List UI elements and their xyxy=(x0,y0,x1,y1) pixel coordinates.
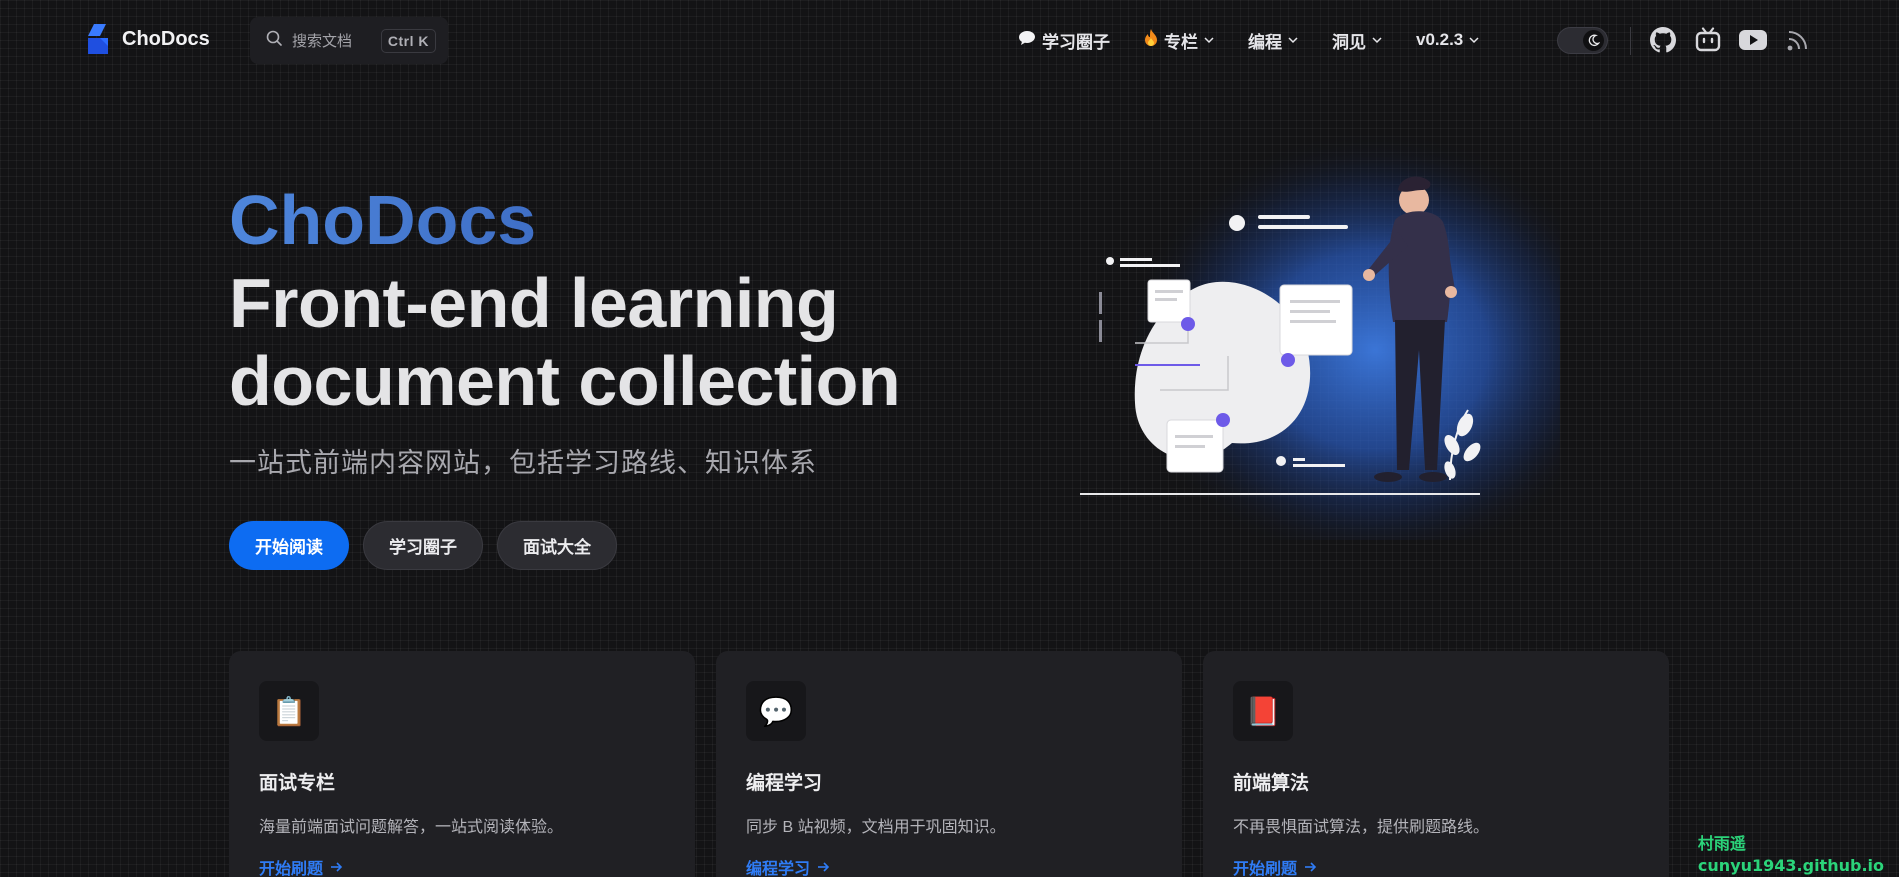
feature-title: 面试专栏 xyxy=(259,773,336,794)
fire-icon xyxy=(1144,28,1158,52)
arrow-right-icon xyxy=(331,862,343,872)
nav-item-label: 编程 xyxy=(1248,32,1282,52)
community-button[interactable]: 学习圈子 xyxy=(363,521,483,570)
arrow-right-icon xyxy=(818,862,830,872)
feature-details: 不再畏惧面试算法，提供刷题路线。 xyxy=(1233,819,1490,836)
feature-title: 编程学习 xyxy=(746,773,823,794)
feature-card[interactable]: 📋 面试专栏 海量前端面试问题解答，一站式阅读体验。 开始刷题 xyxy=(229,651,695,877)
nav-item-version[interactable]: v0.2.3 xyxy=(1416,30,1479,50)
hero-actions: 开始阅读 学习圈子 面试大全 xyxy=(229,521,617,570)
brand-logo-icon xyxy=(88,24,114,54)
rss-icon[interactable] xyxy=(1784,26,1812,54)
start-reading-button[interactable]: 开始阅读 xyxy=(229,521,349,570)
search-icon xyxy=(266,30,282,51)
nav-item-label: 洞见 xyxy=(1332,32,1366,52)
theme-toggle[interactable] xyxy=(1557,27,1608,54)
feature-link[interactable]: 开始刷题 xyxy=(1233,855,1639,877)
github-icon[interactable] xyxy=(1649,26,1677,54)
nav-item-label: 专栏 xyxy=(1164,32,1198,52)
youtube-icon[interactable] xyxy=(1739,26,1767,54)
speech-bubble-icon xyxy=(1018,30,1036,51)
feature-details: 海量前端面试问题解答，一站式阅读体验。 xyxy=(259,819,564,836)
brand-name: ChoDocs xyxy=(122,27,210,50)
moon-icon xyxy=(1583,30,1604,51)
chevron-down-icon xyxy=(1204,37,1214,44)
watermark-url: cunyu1943.github.io xyxy=(1697,856,1884,875)
features-section: 📋 面试专栏 海量前端面试问题解答，一站式阅读体验。 开始刷题 💬 编程学习 同… xyxy=(229,651,1669,877)
watermark-author: 村雨遥 xyxy=(1697,834,1746,853)
nav-item-insight[interactable]: 洞见 xyxy=(1332,28,1382,53)
brand-link[interactable]: ChoDocs xyxy=(88,24,210,54)
nav-item-label: v0.2.3 xyxy=(1416,30,1464,49)
chevron-down-icon xyxy=(1469,37,1479,44)
bilibili-icon[interactable] xyxy=(1694,26,1722,54)
feature-link-label: 编程学习 xyxy=(746,861,811,877)
watermark: 村雨遥 cunyu1943.github.io xyxy=(1698,833,1884,877)
top-nav: ChoDocs 搜索文档 Ctrl K 学习圈子 专栏 编程 洞见 v0.2.3 xyxy=(0,0,1899,80)
feature-title: 前端算法 xyxy=(1233,773,1310,794)
nav-item-community[interactable]: 学习圈子 xyxy=(1018,28,1110,53)
nav-item-column[interactable]: 专栏 xyxy=(1144,28,1214,53)
chevron-down-icon xyxy=(1288,37,1298,44)
search-shortcut-key: Ctrl K xyxy=(380,28,436,53)
arrow-right-icon xyxy=(1305,862,1317,872)
feature-card[interactable]: 💬 编程学习 同步 B 站视频，文档用于巩固知识。 编程学习 xyxy=(716,651,1182,877)
nav-item-programming[interactable]: 编程 xyxy=(1248,28,1298,53)
hero-text: Front-end learning document collection xyxy=(229,264,901,420)
feature-link-label: 开始刷题 xyxy=(1233,861,1298,877)
feature-link[interactable]: 开始刷题 xyxy=(259,855,665,877)
feature-link[interactable]: 编程学习 xyxy=(746,855,1152,877)
search-button[interactable]: 搜索文档 Ctrl K xyxy=(250,17,448,64)
feature-card[interactable]: 📕 前端算法 不再畏惧面试算法，提供刷题路线。 开始刷题 xyxy=(1203,651,1669,877)
search-placeholder: 搜索文档 xyxy=(292,33,353,50)
hero-illustration xyxy=(1040,120,1625,570)
chevron-down-icon xyxy=(1372,37,1382,44)
nav-item-label: 学习圈子 xyxy=(1042,32,1110,52)
nav-divider xyxy=(1630,27,1631,55)
interview-button[interactable]: 面试大全 xyxy=(497,521,617,570)
nav-menu: 学习圈子 专栏 编程 洞见 v0.2.3 xyxy=(1018,24,1513,56)
hero-name: ChoDocs xyxy=(229,181,537,259)
book-icon: 📕 xyxy=(1233,681,1293,741)
speech-balloon-icon: 💬 xyxy=(746,681,806,741)
feature-details: 同步 B 站视频，文档用于巩固知识。 xyxy=(746,819,1006,836)
hero-tagline: 一站式前端内容网站，包括学习路线、知识体系 xyxy=(229,448,817,478)
clipboard-icon: 📋 xyxy=(259,681,319,741)
feature-link-label: 开始刷题 xyxy=(259,861,324,877)
